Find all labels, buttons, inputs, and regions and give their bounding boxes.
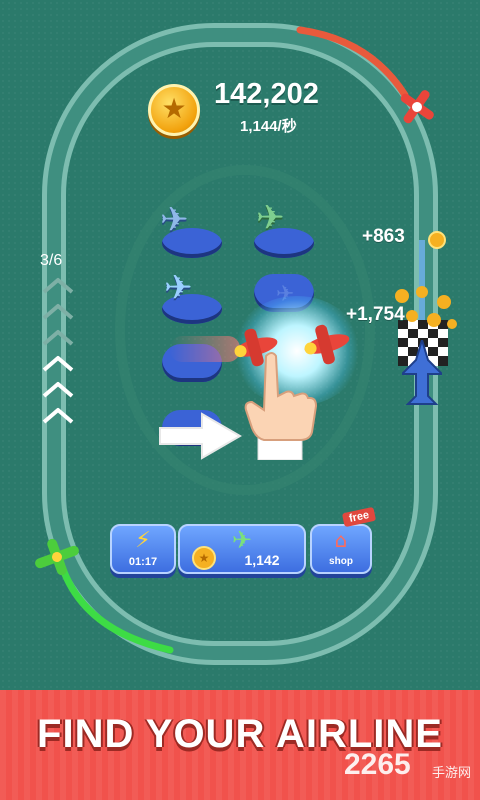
level-progress: 3/6 (40, 252, 63, 269)
watermark-logo: 2265 (344, 748, 411, 781)
shop-icon: ⌂ (334, 528, 348, 552)
chevron-6 (42, 408, 74, 424)
chevron-3 (42, 330, 74, 346)
pointing-hand-icon (244, 352, 318, 460)
progress-chevrons (42, 278, 74, 424)
coin-balance: 142,202 (214, 78, 319, 110)
shop-label: shop (329, 556, 353, 567)
watermark-text: 手游网 (432, 765, 472, 780)
coin-icon: ★ (148, 84, 200, 136)
blue-prop-plane-icon[interactable]: ✈ (164, 268, 193, 308)
green-bomber-plane-icon[interactable]: ✈ (256, 198, 285, 238)
chevron-5 (42, 382, 74, 398)
blue-jet-plane-icon[interactable]: ✈ (160, 200, 189, 240)
buy-plane-button[interactable]: ✈ ★ 1,142 (178, 524, 306, 574)
boost-button[interactable]: ⚡ 01:17 (110, 524, 176, 574)
game-board: ★ 142,202 1,144/秒 3/6 +863 +1,754 ✈ ✈ ✈ … (0, 0, 480, 690)
small-coin-icon (428, 231, 446, 249)
reward-text: +863 (362, 226, 405, 247)
chevron-4 (42, 356, 74, 372)
plane-cost: 1,142 (244, 552, 280, 568)
chevron-2 (42, 304, 74, 320)
boost-timer: 01:17 (128, 556, 158, 568)
coin-rate: 1,144/秒 (240, 118, 297, 135)
red-plane-icon (392, 84, 442, 130)
drag-arrow-icon (159, 412, 242, 460)
lightning-icon: ⚡ (135, 528, 151, 553)
blue-jet-icon (399, 336, 445, 406)
chevron-1 (42, 278, 74, 294)
shop-button[interactable]: ⌂ shop (310, 524, 372, 574)
green-plane-icon (30, 534, 84, 580)
green-plane-icon: ✈ (232, 526, 253, 554)
